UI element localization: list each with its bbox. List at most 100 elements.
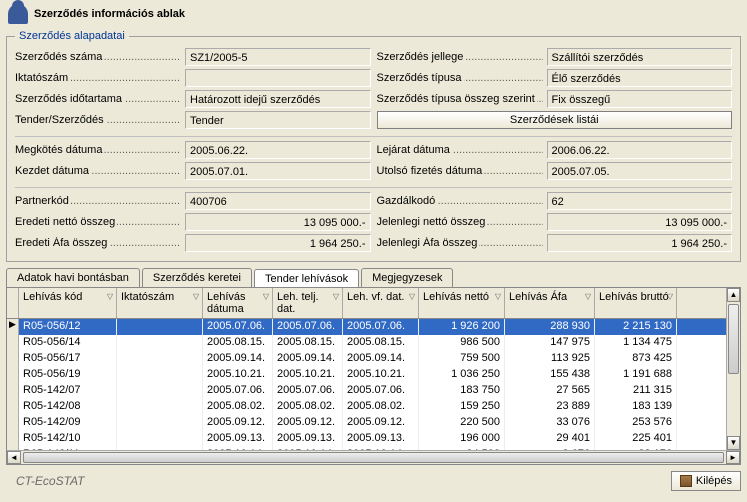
cell-brutto: 873 425 [595, 351, 677, 367]
cell-vf: 2005.09.13. [343, 431, 419, 447]
label: Tender/Szerződés [15, 114, 106, 126]
scroll-thumb[interactable] [23, 452, 724, 463]
cell-brutto: 211 315 [595, 383, 677, 399]
col-ikt[interactable]: Iktatószám▽ [117, 288, 203, 318]
cell-vf: 2005.10.21. [343, 367, 419, 383]
sort-icon: ▽ [107, 291, 113, 303]
cell-kod: R05-142/10 [19, 431, 117, 447]
table-row[interactable]: R05-056/142005.08.15.2005.08.15.2005.08.… [7, 335, 740, 351]
jnetto-field: 13 095 000.- [547, 213, 733, 231]
cell-brutto: 183 139 [595, 399, 677, 415]
label: Iktatószám [15, 72, 70, 84]
cell-telj: 2005.08.15. [273, 335, 343, 351]
jellege-field: Szállítói szerződés [547, 48, 733, 66]
table-row[interactable]: R05-142/072005.07.06.2005.07.06.2005.07.… [7, 383, 740, 399]
cell-vf: 2005.09.12. [343, 415, 419, 431]
table-row[interactable]: R05-142/102005.09.13.2005.09.13.2005.09.… [7, 431, 740, 447]
exit-label: Kilépés [696, 475, 732, 487]
row-marker [7, 351, 19, 367]
cell-kod: R05-142/09 [19, 415, 117, 431]
cell-ikt [117, 383, 203, 399]
cell-kod: R05-056/12 [19, 319, 117, 335]
exit-button[interactable]: Kilépés [671, 471, 741, 491]
table-row[interactable]: R05-142/092005.09.12.2005.09.12.2005.09.… [7, 415, 740, 431]
row-marker [7, 335, 19, 351]
scroll-thumb[interactable] [728, 304, 739, 374]
sort-icon: ▽ [667, 291, 673, 303]
scroll-right-icon[interactable]: ► [726, 451, 740, 464]
cell-ikt [117, 431, 203, 447]
row-marker: ▶ [7, 319, 19, 335]
cell-dat: 2005.07.06. [203, 319, 273, 335]
col-vf[interactable]: Leh. vf. dat.▽ [343, 288, 419, 318]
horizontal-scrollbar[interactable]: ◄ ► [7, 450, 740, 464]
megkotes-field: 2005.06.22. [185, 141, 371, 159]
afa-field: 1 964 250.- [185, 234, 371, 252]
row-marker [7, 415, 19, 431]
cell-telj: 2005.10.21. [273, 367, 343, 383]
partnerkod-field: 400706 [185, 192, 371, 210]
duration-field: Határozott idejű szerződés [185, 90, 371, 108]
cell-brutto: 1 191 688 [595, 367, 677, 383]
cell-netto: 183 750 [419, 383, 505, 399]
col-brutto[interactable]: Lehívás bruttó▽ [595, 288, 677, 318]
cell-netto: 196 000 [419, 431, 505, 447]
lejarat-field: 2006.06.22. [547, 141, 733, 159]
vertical-scrollbar[interactable]: ▲ ▼ [726, 288, 740, 450]
tipusa-field: Élő szerződés [547, 69, 733, 87]
cell-brutto: 253 576 [595, 415, 677, 431]
gazd-field: 62 [547, 192, 733, 210]
label: Lejárat dátuma [377, 144, 452, 156]
cell-telj: 2005.09.13. [273, 431, 343, 447]
label: Kezdet dátuma [15, 165, 91, 177]
col-dat[interactable]: Lehívás dátuma▽ [203, 288, 273, 318]
tab-notes[interactable]: Megjegyzesek [361, 268, 453, 287]
tender-field: Tender [185, 111, 371, 129]
cell-ikt [117, 351, 203, 367]
scroll-left-icon[interactable]: ◄ [7, 451, 21, 464]
cell-brutto: 2 215 130 [595, 319, 677, 335]
sort-icon: ▽ [495, 291, 501, 303]
table-row[interactable]: R05-056/192005.10.21.2005.10.21.2005.10.… [7, 367, 740, 383]
label: Szerződés időtartama [15, 93, 124, 105]
cell-dat: 2005.09.14. [203, 351, 273, 367]
contract-fieldset: Szerződés alapadatai Szerződés számaSZ1/… [6, 30, 741, 262]
table-body: ▶R05-056/122005.07.06.2005.07.06.2005.07… [7, 319, 740, 463]
col-afa[interactable]: Lehívás Áfa▽ [505, 288, 595, 318]
cell-telj: 2005.09.14. [273, 351, 343, 367]
label: Szerződés jellege [377, 51, 466, 63]
tab-frames[interactable]: Szerződés keretei [142, 268, 252, 287]
cell-dat: 2005.10.21. [203, 367, 273, 383]
label: Szerződés száma [15, 51, 104, 63]
contracts-list-button[interactable]: Szerződések listái [377, 111, 733, 129]
cell-ikt [117, 415, 203, 431]
row-marker [7, 367, 19, 383]
cell-netto: 986 500 [419, 335, 505, 351]
table-row[interactable]: R05-056/172005.09.14.2005.09.14.2005.09.… [7, 351, 740, 367]
cell-netto: 220 500 [419, 415, 505, 431]
tab-tender-calls[interactable]: Tender lehívások [254, 269, 359, 288]
table-row[interactable]: ▶R05-056/122005.07.06.2005.07.06.2005.07… [7, 319, 740, 335]
tipus-osszeg-field: Fix összegű [547, 90, 733, 108]
cell-kod: R05-056/17 [19, 351, 117, 367]
window-title: Szerződés információs ablak [34, 8, 185, 20]
scroll-down-icon[interactable]: ▼ [727, 436, 740, 450]
table-row[interactable]: R05-142/082005.08.02.2005.08.02.2005.08.… [7, 399, 740, 415]
col-netto[interactable]: Lehívás nettó▽ [419, 288, 505, 318]
row-marker-col [7, 288, 19, 318]
cell-telj: 2005.07.06. [273, 319, 343, 335]
cell-kod: R05-142/07 [19, 383, 117, 399]
cell-telj: 2005.07.06. [273, 383, 343, 399]
netto-field: 13 095 000.- [185, 213, 371, 231]
scroll-up-icon[interactable]: ▲ [727, 288, 740, 302]
fieldset-legend: Szerződés alapadatai [15, 30, 129, 42]
cell-ikt [117, 335, 203, 351]
label: Eredeti Áfa összeg [15, 237, 109, 249]
tab-monthly[interactable]: Adatok havi bontásban [6, 268, 140, 287]
sort-icon: ▽ [333, 291, 339, 303]
calls-table: Lehívás kód▽ Iktatószám▽ Lehívás dátuma▽… [6, 287, 741, 465]
col-kod[interactable]: Lehívás kód▽ [19, 288, 117, 318]
iktatoszam-field [185, 69, 371, 87]
col-telj[interactable]: Leh. telj. dat.▽ [273, 288, 343, 318]
cell-netto: 159 250 [419, 399, 505, 415]
